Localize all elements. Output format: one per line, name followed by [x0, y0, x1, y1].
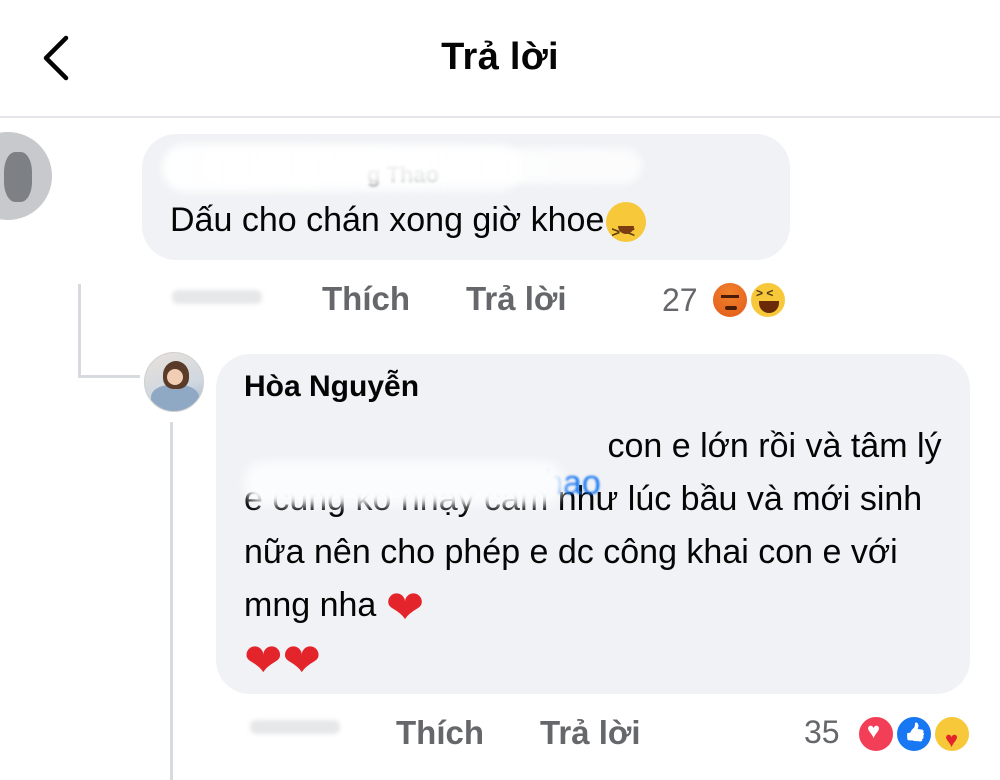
reply-button[interactable]: Trả lời: [466, 280, 567, 318]
like-reaction-icon: [894, 714, 934, 754]
red-heart-emoji-icon: ❤: [385, 581, 425, 634]
thread-line: [78, 375, 140, 378]
like-button[interactable]: Thích: [396, 714, 484, 752]
comment-actions: Thích Trả lời 35: [0, 712, 1000, 760]
redacted-timestamp: [250, 720, 340, 734]
reply-button[interactable]: Trả lời: [540, 714, 641, 752]
tired-face-emoji-icon: [606, 202, 647, 259]
comment-actions: Thích Trả lời 27: [0, 280, 1000, 324]
like-button[interactable]: Thích: [322, 280, 410, 318]
author-name[interactable]: Hòa Nguyễn: [244, 370, 419, 404]
reaction-count[interactable]: 27: [662, 282, 698, 319]
comment-text: hao con e lớn rồi và tâm lý e cũng ko nh…: [244, 427, 942, 687]
top-bar: Trả lời: [0, 0, 1000, 118]
care-reaction-icon: [932, 714, 972, 754]
reaction-count[interactable]: 35: [804, 714, 840, 751]
love-reaction-icon: [856, 714, 896, 754]
redacted-name: [202, 148, 642, 184]
redacted-timestamp: [172, 290, 262, 304]
haha-reaction-icon: [748, 280, 788, 320]
avatar[interactable]: [0, 132, 52, 220]
comment-text: Dấu cho chán xong giờ khoe: [170, 194, 647, 259]
red-heart-emoji-icon: ❤: [244, 634, 283, 687]
page-title: Trả lời: [441, 36, 559, 78]
avatar[interactable]: [144, 352, 204, 412]
comment-bubble: Hòa Nguyễn hao con e lớn rồi và tâm lý e…: [216, 354, 970, 694]
angry-reaction-icon: [710, 280, 750, 320]
red-heart-emoji-icon: ❤: [282, 634, 322, 687]
comment-bubble: g Thao Dấu cho chán xong giờ khoe: [142, 134, 790, 260]
